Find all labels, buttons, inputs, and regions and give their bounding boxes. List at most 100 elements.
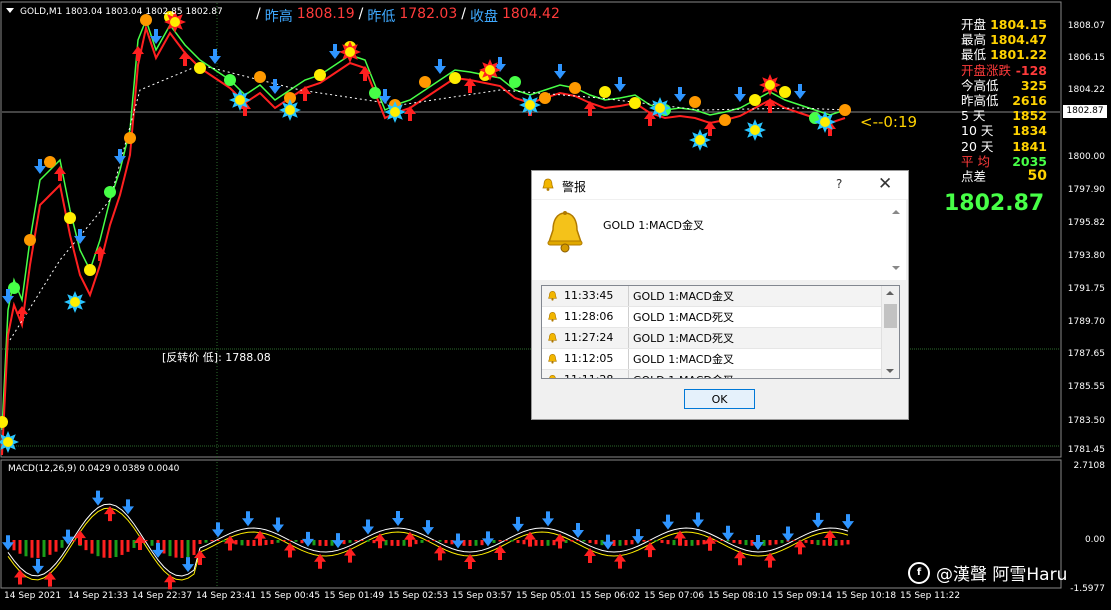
header-stats: / 昨高 1808.19 / 昨低 1782.03 / 收盘 1804.42	[256, 6, 560, 26]
macd-histogram-bar	[846, 540, 850, 545]
macd-histogram-bar	[198, 540, 202, 544]
info-value: 2035	[1012, 153, 1047, 169]
bell-icon	[542, 311, 562, 323]
down-arrow-icon	[662, 514, 674, 530]
macd-histogram-bar	[168, 540, 172, 557]
alert-time: 11:28:06	[562, 307, 629, 327]
time-axis-label: 15 Sep 01:49	[324, 591, 385, 601]
down-arrow-icon	[632, 529, 644, 545]
star-center	[765, 80, 775, 90]
alert-history-row[interactable]: 11:11:28GOLD 1:MACD金叉	[542, 370, 899, 378]
time-axis-label: 15 Sep 02:53	[388, 591, 449, 601]
macd-histogram-bar	[60, 540, 64, 548]
macd-histogram-bar	[174, 540, 178, 558]
alert-text: GOLD 1:MACD死叉	[633, 332, 734, 345]
signal-dot	[449, 72, 461, 84]
price-scale-label: 1804.22	[1067, 85, 1105, 95]
symbol-menu-arrow[interactable]	[6, 8, 14, 13]
macd-histogram-bar	[402, 540, 406, 546]
signal-dot	[104, 186, 116, 198]
signal-dot	[224, 74, 236, 86]
macd-histogram-bar	[162, 540, 166, 554]
alert-history-row[interactable]: 11:33:45 GOLD 1:MACD金叉	[542, 286, 899, 307]
up-arrow-icon	[584, 101, 596, 116]
alert-time: 11:11:28	[562, 370, 629, 378]
list-scrollbar[interactable]	[881, 286, 899, 378]
up-arrow-icon	[374, 533, 386, 549]
signal-dot	[0, 416, 8, 428]
macd-histogram-bar	[768, 540, 772, 546]
info-row: 20 天 1841	[961, 139, 1047, 154]
macd-histogram-bar	[810, 540, 814, 545]
macd-histogram-bar	[720, 540, 724, 541]
symbol-title: GOLD,M1 1803.04 1803.04 1802.85 1802.87	[20, 7, 223, 17]
help-button[interactable]: ?	[836, 177, 842, 191]
macd-histogram-bar	[588, 540, 592, 543]
macd-scale-label: 0.00	[1084, 535, 1105, 545]
up-arrow-icon	[704, 535, 716, 551]
macd-histogram-bar	[264, 540, 268, 546]
macd-histogram-bar	[438, 540, 442, 542]
macd-histogram-bar	[210, 540, 214, 542]
info-value: 325	[1020, 77, 1047, 93]
watermark: f @漢聲 阿雪Haru	[908, 560, 1067, 585]
stat-sep: /	[256, 6, 261, 22]
up-arrow-icon	[764, 552, 776, 568]
close-button[interactable]: ✕	[878, 174, 892, 194]
bell-icon	[542, 353, 562, 365]
alert-history-row[interactable]: 11:12:05 GOLD 1:MACD金叉	[542, 349, 899, 370]
down-arrow-icon	[812, 512, 824, 528]
up-arrow-icon	[734, 550, 746, 566]
time-axis-label: 15 Sep 08:10	[708, 591, 769, 601]
scroll-down-icon[interactable]	[886, 369, 894, 373]
time-axis-label: 15 Sep 03:57	[452, 591, 513, 601]
macd-histogram-bar	[312, 540, 316, 546]
down-arrow-icon	[794, 84, 806, 99]
down-arrow-icon	[329, 44, 341, 59]
up-arrow-icon	[464, 553, 476, 569]
macd-histogram-bar	[294, 540, 298, 542]
bell-icon	[542, 374, 562, 378]
dialog-titlebar[interactable]: 警报 ? ✕	[532, 171, 908, 199]
macd-histogram-bar	[354, 540, 358, 542]
macd-histogram-bar	[150, 540, 154, 546]
info-key: 开盘	[961, 17, 987, 32]
alert-history-list[interactable]: 11:33:45 GOLD 1:MACD金叉 11:28:06 GOLD 1:MACD…	[541, 285, 900, 379]
macd-histogram-bar	[840, 540, 844, 546]
down-arrow-icon	[152, 542, 164, 558]
down-arrow-icon	[269, 79, 281, 94]
alert-history-row[interactable]: 11:28:06 GOLD 1:MACD死叉	[542, 307, 899, 328]
macd-histogram-bar	[396, 540, 400, 546]
up-arrow-icon	[764, 98, 776, 113]
up-arrow-icon	[494, 544, 506, 560]
stat-value-close: 1804.42	[501, 6, 560, 22]
macd-histogram-bar	[780, 540, 784, 544]
down-arrow-icon	[422, 520, 434, 536]
down-arrow-icon	[392, 511, 404, 527]
ok-button[interactable]: OK	[684, 389, 755, 409]
macd-histogram-bar	[282, 540, 286, 542]
alert-text: GOLD 1:MACD金叉	[629, 372, 734, 378]
up-arrow-icon	[794, 539, 806, 555]
scroll-up-icon[interactable]	[886, 291, 894, 295]
macd-histogram-bar	[546, 540, 550, 546]
price-scale-label: 1800.00	[1067, 152, 1105, 162]
info-row: 最高 1804.47	[961, 32, 1047, 47]
down-arrow-icon	[182, 557, 194, 573]
macd-histogram-bar	[84, 540, 88, 551]
macd-histogram-bar	[480, 540, 484, 546]
price-scale-label: 1791.75	[1067, 284, 1105, 294]
macd-histogram-bar	[252, 540, 256, 546]
down-arrow-icon	[842, 514, 854, 530]
message-scrollbar[interactable]	[890, 210, 902, 270]
signal-dot	[84, 264, 96, 276]
macd-histogram-bar	[744, 540, 748, 546]
alert-dialog: 警报 ? ✕ GOLD 1:MACD金叉 11:33:45 GOLD 1:MACD…	[531, 170, 909, 420]
macd-histogram-bar	[18, 540, 22, 554]
price-scale-label: 1797.90	[1067, 185, 1105, 195]
alert-history-row[interactable]: 11:27:24 GOLD 1:MACD死叉	[542, 328, 899, 349]
macd-histogram-bar	[114, 540, 118, 558]
macd-histogram-bar	[576, 540, 580, 541]
macd-histogram-bar	[774, 540, 778, 545]
scroll-thumb[interactable]	[884, 304, 897, 328]
